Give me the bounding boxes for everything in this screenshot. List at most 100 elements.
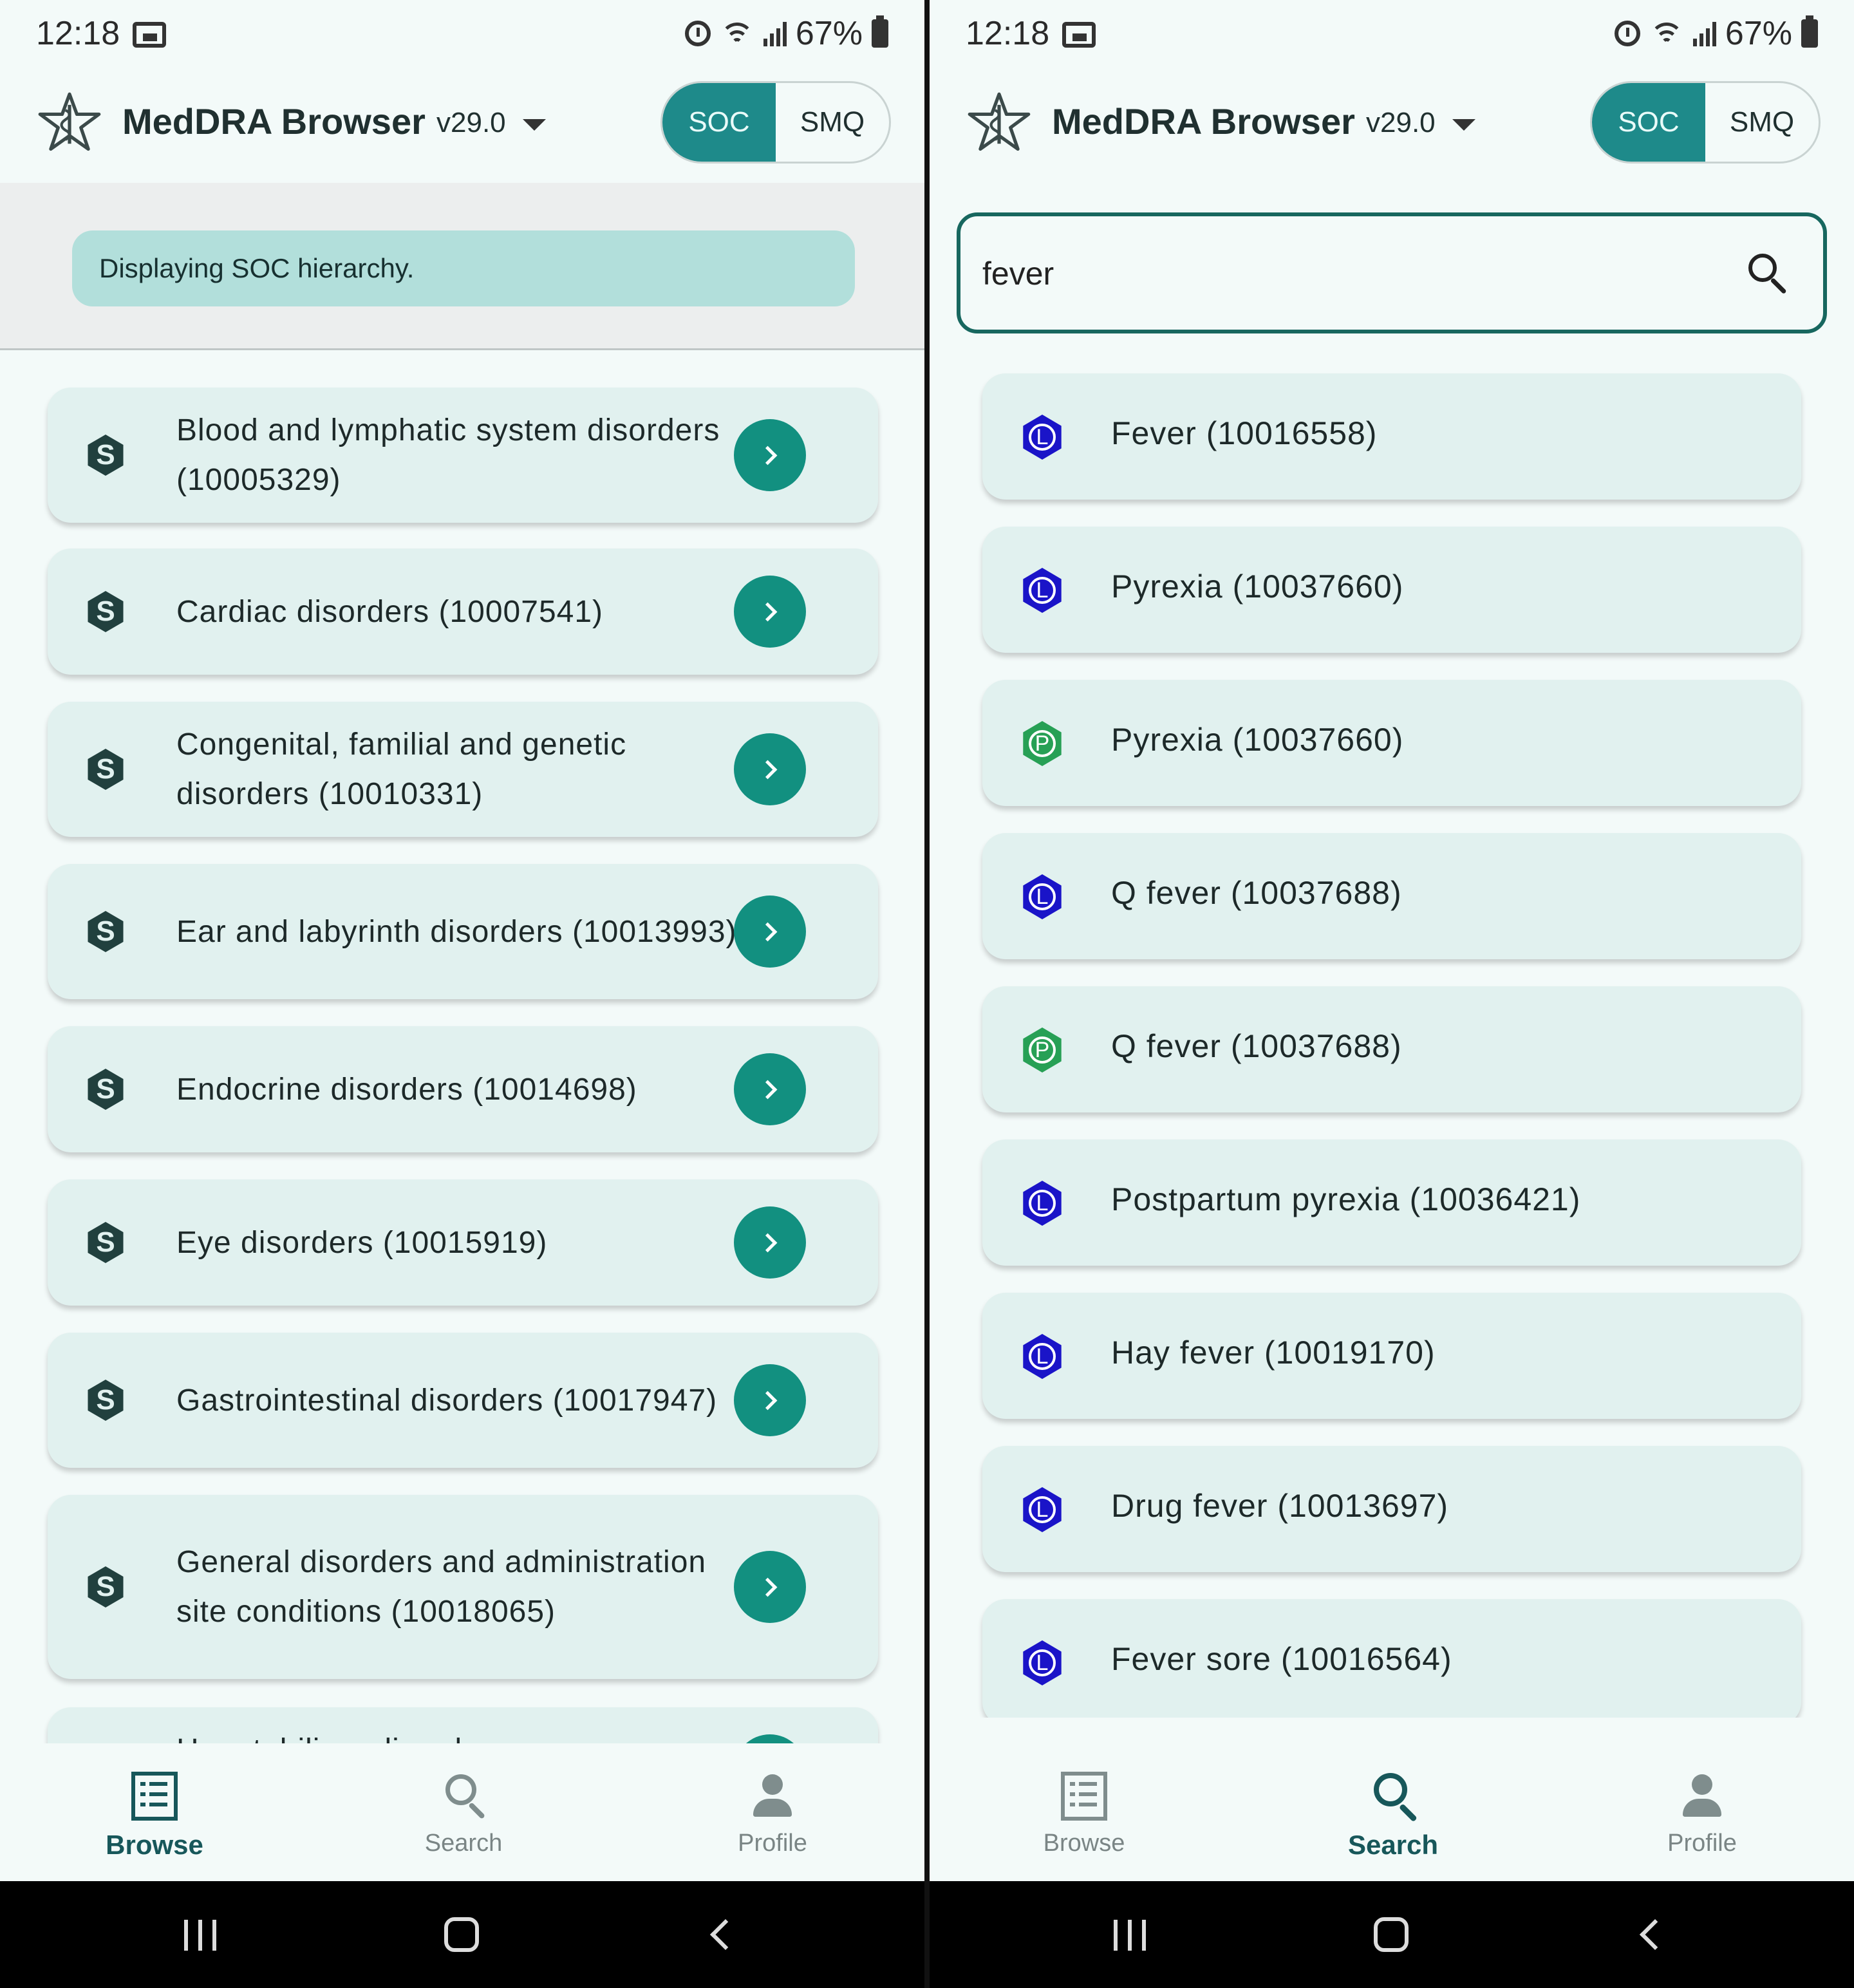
search-result-item[interactable]: L Hay fever (10019170) — [982, 1293, 1801, 1419]
bottom-nav: Browse Search Profile — [930, 1743, 1854, 1881]
chevron-right-icon[interactable] — [734, 1206, 806, 1279]
chevron-right-icon[interactable] — [734, 1053, 806, 1125]
app-bar: MedDRA Browser v29.0 SOC SMQ — [930, 67, 1854, 183]
result-label: Pyrexia (10037660) — [1111, 568, 1404, 605]
chevron-right-icon[interactable] — [734, 1551, 806, 1623]
soc-hexagon-icon: S — [88, 1069, 124, 1110]
chevron-right-icon[interactable] — [734, 1364, 806, 1436]
nav-browse-label: Browse — [1043, 1830, 1125, 1857]
soc-toggle-button[interactable]: SOC — [1592, 83, 1705, 162]
home-icon[interactable] — [444, 1917, 479, 1952]
soc-list-item[interactable]: S Blood and lymphatic system disorders (… — [48, 388, 878, 523]
nav-browse[interactable]: Browse — [988, 1743, 1181, 1881]
system-nav-bar — [930, 1881, 1854, 1988]
app-title: MedDRA Browser — [122, 101, 426, 142]
info-area: Displaying SOC hierarchy. — [0, 183, 924, 350]
hierarchy-toggle: SOC SMQ — [660, 81, 891, 164]
soc-hexagon-icon: S — [88, 1380, 124, 1421]
recents-icon[interactable] — [184, 1920, 216, 1951]
search-result-item[interactable]: P Pyrexia (10037660) — [982, 680, 1801, 806]
search-result-item[interactable]: L Drug fever (10013697) — [982, 1446, 1801, 1572]
recents-icon[interactable] — [1114, 1920, 1146, 1951]
nav-profile[interactable]: Profile — [1606, 1743, 1799, 1881]
soc-list-item[interactable]: S Gastrointestinal disorders (10017947) — [48, 1333, 878, 1468]
soc-list-item[interactable]: S Eye disorders (10015919) — [48, 1179, 878, 1306]
version-dropdown[interactable]: v29.0 — [1366, 107, 1475, 139]
result-label: Postpartum pyrexia (10036421) — [1111, 1181, 1581, 1217]
pt-hexagon-icon: P — [1023, 721, 1062, 766]
nav-search[interactable]: Search — [1297, 1743, 1490, 1881]
soc-list-item[interactable]: S General disorders and administration s… — [48, 1495, 878, 1679]
signal-icon — [1692, 21, 1716, 46]
llt-hexagon-icon: L — [1023, 1487, 1062, 1532]
search-result-item[interactable]: L Fever sore (10016564) — [982, 1599, 1801, 1718]
search-result-item[interactable]: L Pyrexia (10037660) — [982, 527, 1801, 653]
soc-hexagon-icon: S — [88, 1566, 124, 1608]
home-icon[interactable] — [1374, 1917, 1409, 1952]
search-results-list[interactable]: L Fever (10016558) L Pyrexia (10037660) … — [930, 361, 1854, 1718]
nav-profile-label: Profile — [738, 1830, 807, 1857]
soc-item-label: General disorders and administration sit… — [176, 1545, 707, 1629]
chevron-right-icon[interactable] — [734, 896, 806, 968]
search-result-item[interactable]: P Q fever (10037688) — [982, 986, 1801, 1112]
app-bar: MedDRA Browser v29.0 SOC SMQ — [0, 67, 924, 183]
search-screen: 12:18 67% MedDRA Browser v29.0 SOC SMQ f… — [930, 0, 1854, 1988]
signal-icon — [763, 21, 787, 46]
search-result-item[interactable]: L Q fever (10037688) — [982, 833, 1801, 959]
person-icon — [1675, 1769, 1729, 1823]
smq-toggle-button[interactable]: SMQ — [1705, 83, 1819, 162]
soc-item-label: Congenital, familial and genetic disorde… — [176, 727, 627, 811]
search-icon — [436, 1769, 491, 1823]
wifi-icon — [1649, 19, 1684, 48]
status-bar: 12:18 67% — [930, 0, 1854, 67]
soc-list-item[interactable]: S Hepatobiliary disorders — [48, 1707, 878, 1743]
soc-item-label: Hepatobiliary disorders — [176, 1725, 743, 1743]
battery-icon — [1801, 15, 1818, 48]
nav-search[interactable]: Search — [367, 1743, 560, 1881]
gallery-notification-icon — [1062, 22, 1096, 48]
nav-profile[interactable]: Profile — [676, 1743, 869, 1881]
soc-item-label: Blood and lymphatic system disorders (10… — [176, 413, 720, 497]
soc-list-item[interactable]: S Congenital, familial and genetic disor… — [48, 702, 878, 837]
nav-browse[interactable]: Browse — [58, 1743, 251, 1881]
soc-list-item[interactable]: S Endocrine disorders (10014698) — [48, 1026, 878, 1152]
soc-item-label: Gastrointestinal disorders (10017947) — [176, 1383, 718, 1418]
star-of-life-icon — [968, 92, 1031, 151]
smq-toggle-button[interactable]: SMQ — [776, 83, 889, 162]
search-result-item[interactable]: L Postpartum pyrexia (10036421) — [982, 1139, 1801, 1266]
soc-list-item[interactable]: S Cardiac disorders (10007541) — [48, 549, 878, 675]
status-time: 12:18 — [966, 15, 1050, 52]
back-icon[interactable] — [709, 1918, 742, 1951]
soc-item-label: Cardiac disorders (10007541) — [176, 594, 604, 629]
star-of-life-icon — [38, 92, 101, 151]
bottom-nav: Browse Search Profile — [0, 1743, 924, 1881]
search-icon — [1366, 1769, 1420, 1823]
hierarchy-toggle: SOC SMQ — [1590, 81, 1821, 164]
llt-hexagon-icon: L — [1023, 1181, 1062, 1226]
nav-search-label: Search — [424, 1830, 503, 1857]
result-label: Fever (10016558) — [1111, 415, 1378, 451]
status-icons: 67% — [1614, 14, 1818, 53]
soc-toggle-button[interactable]: SOC — [662, 83, 776, 162]
chevron-right-icon[interactable] — [734, 733, 806, 805]
browse-screen: 12:18 67% MedDRA Browser v29.0 SOC SMQ D… — [0, 0, 924, 1988]
version-dropdown[interactable]: v29.0 — [436, 107, 546, 139]
soc-list-item[interactable]: S Ear and labyrinth disorders (10013993) — [48, 864, 878, 999]
search-icon[interactable] — [1746, 251, 1792, 297]
chevron-right-icon[interactable] — [734, 419, 806, 491]
search-input[interactable] — [982, 255, 1690, 292]
chevron-right-icon[interactable] — [734, 576, 806, 648]
chevron-right-icon[interactable] — [734, 1734, 806, 1743]
search-field[interactable] — [957, 212, 1827, 333]
soc-item-label: Ear and labyrinth disorders (10013993) — [176, 914, 737, 949]
caret-down-icon — [1452, 119, 1475, 131]
soc-list[interactable]: S Blood and lymphatic system disorders (… — [0, 353, 924, 1743]
app-title: MedDRA Browser — [1052, 101, 1355, 142]
search-result-item[interactable]: L Fever (10016558) — [982, 373, 1801, 500]
back-icon[interactable] — [1639, 1918, 1671, 1951]
result-label: Q fever (10037688) — [1111, 875, 1402, 911]
battery-percent: 67% — [1725, 15, 1792, 52]
soc-hexagon-icon: S — [88, 591, 124, 632]
version-value: v29.0 — [436, 107, 506, 138]
alarm-icon — [684, 21, 711, 46]
